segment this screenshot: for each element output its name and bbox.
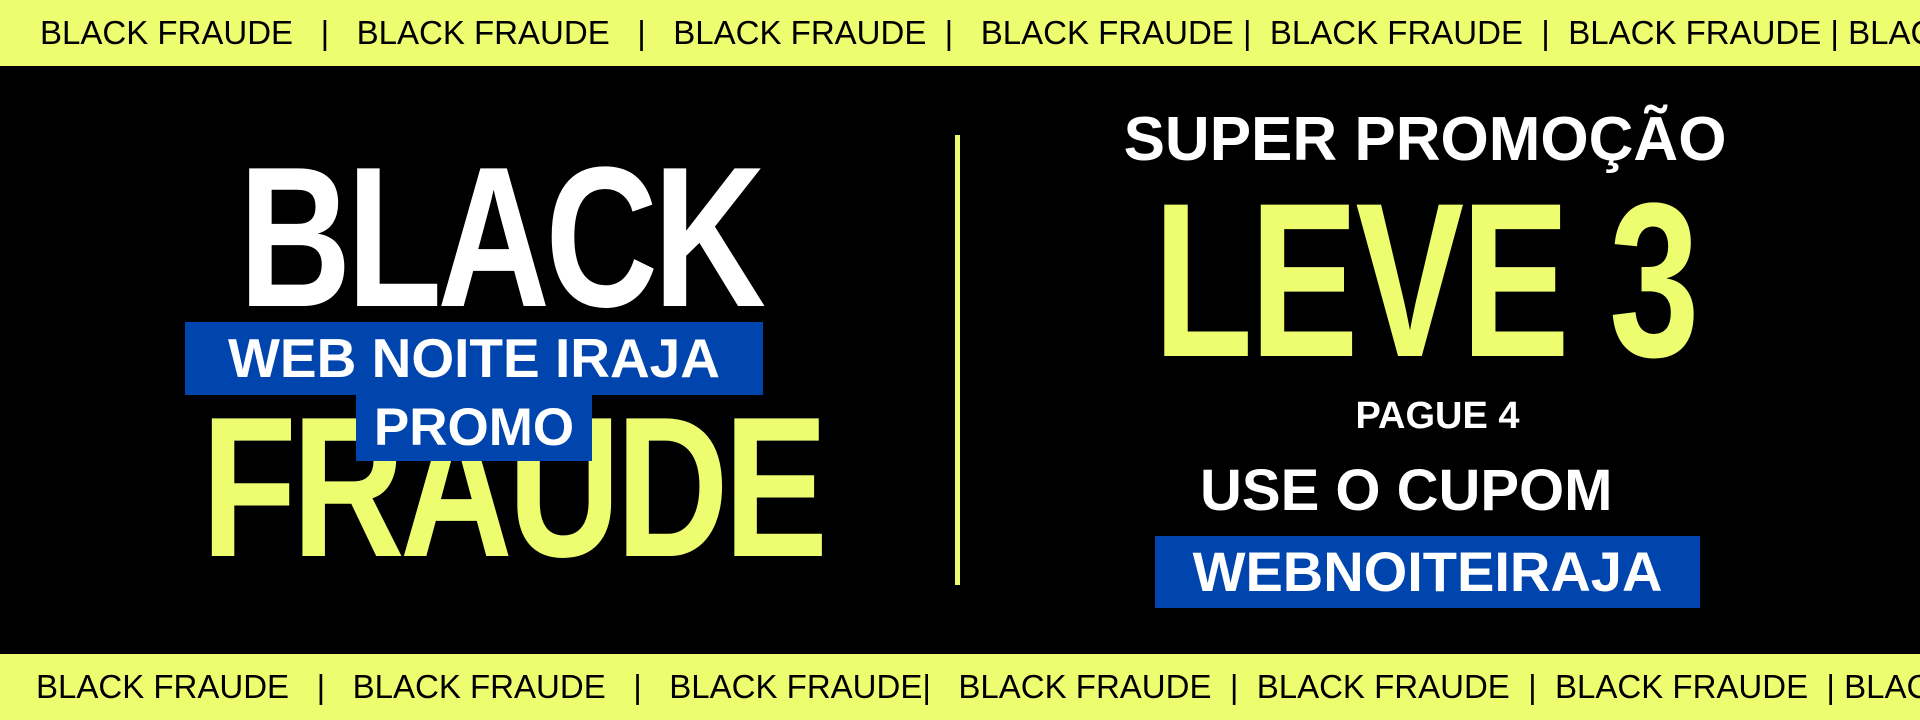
coupon-code-badge: WEBNOITEIRAJA (1155, 536, 1700, 608)
promo-tag-label: PROMO (356, 395, 592, 461)
top-marquee-strip: BLACK FRAUDE | BLACK FRAUDE | BLACK FRAU… (0, 0, 1920, 66)
bottom-marquee-strip: BLACK FRAUDE | BLACK FRAUDE | BLACK FRAU… (0, 654, 1920, 720)
headline-black: BLACK (238, 126, 766, 349)
promo-banner: BLACK FRAUDE | BLACK FRAUDE | BLACK FRAU… (0, 0, 1920, 720)
store-name-label: WEB NOITE IRAJA (185, 322, 763, 395)
offer-sub-text: PAGUE 4 (1355, 395, 1520, 437)
vertical-divider (955, 135, 960, 585)
offer-main-text: LEVE 3 (1153, 157, 1699, 403)
coupon-label: USE O CUPOM (1200, 458, 1613, 523)
